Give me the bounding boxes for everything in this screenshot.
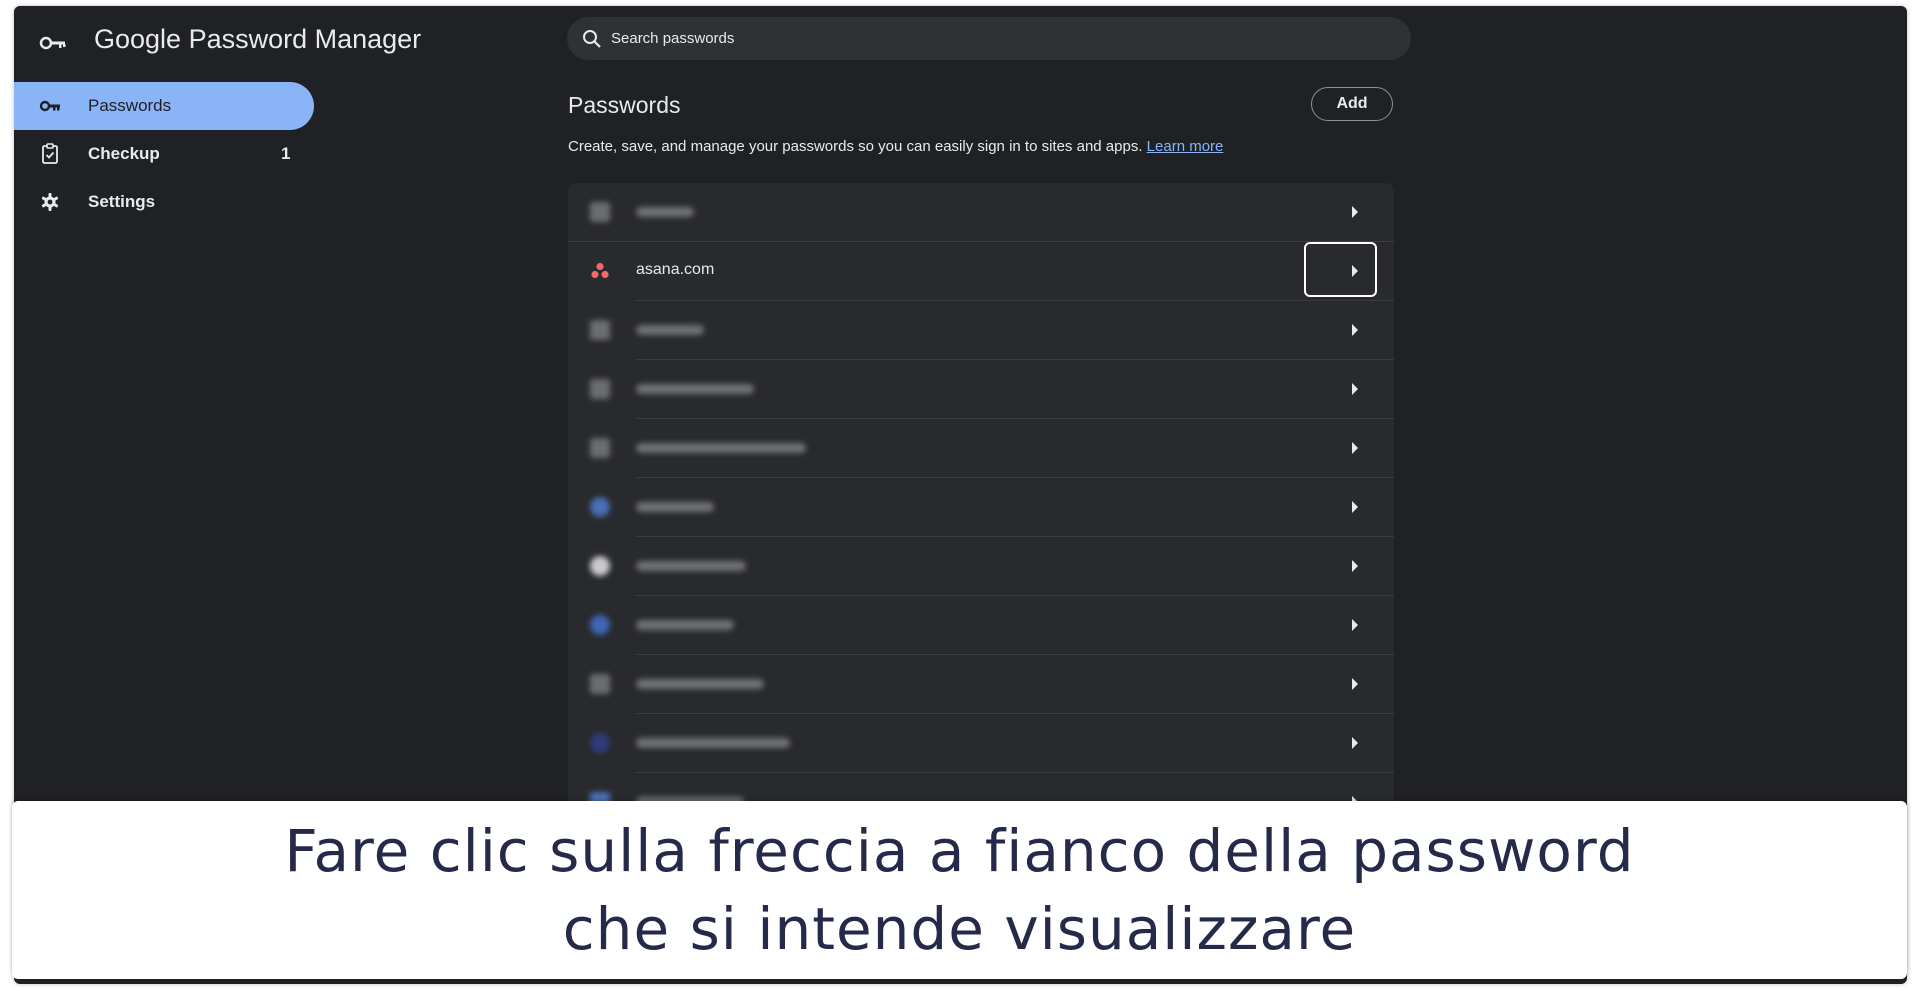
chevron-right-icon[interactable] [1348, 323, 1362, 337]
site-icon [590, 674, 610, 694]
site-name: asana.com [636, 261, 715, 278]
site-name-blurred [636, 679, 764, 689]
page-title: Passwords [568, 92, 681, 118]
sidebar-item-label: Passwords [88, 96, 172, 115]
search-bar[interactable] [567, 17, 1411, 60]
chevron-right-icon[interactable] [1348, 205, 1362, 219]
gear-icon [38, 190, 62, 214]
asana-icon [591, 262, 609, 279]
list-item[interactable] [568, 183, 1394, 242]
chevron-right-icon[interactable] [1348, 264, 1362, 278]
list-item[interactable] [568, 596, 1394, 655]
sidebar-item-settings[interactable]: Settings [14, 178, 314, 226]
app-title: Google Password Manager [94, 24, 422, 54]
site-icon [590, 556, 610, 576]
chevron-right-icon[interactable] [1348, 441, 1362, 455]
sidebar-item-checkup[interactable]: Checkup 1 [14, 130, 314, 178]
clipboard-check-icon [38, 142, 62, 166]
description-text: Create, save, and manage your passwords … [568, 138, 1143, 155]
list-item[interactable] [568, 419, 1394, 478]
list-item[interactable] [568, 655, 1394, 714]
site-name-blurred [636, 384, 754, 394]
chevron-right-icon[interactable] [1348, 382, 1362, 396]
site-name-blurred [636, 207, 694, 217]
chevron-right-icon[interactable] [1348, 559, 1362, 573]
list-item[interactable] [568, 478, 1394, 537]
site-icon [590, 497, 610, 517]
password-list: asana.com [568, 183, 1394, 823]
password-manager-logo-icon [39, 36, 66, 50]
site-name-blurred [636, 325, 704, 335]
search-icon [583, 29, 601, 48]
site-name-blurred [636, 502, 714, 512]
checkup-count-badge: 1 [281, 144, 291, 163]
site-icon [590, 379, 610, 399]
site-name-blurred [636, 620, 734, 630]
list-item[interactable] [568, 301, 1394, 360]
site-icon [590, 733, 610, 753]
chevron-right-icon[interactable] [1348, 500, 1362, 514]
list-item[interactable] [568, 537, 1394, 596]
search-input[interactable] [611, 30, 1371, 47]
list-item[interactable] [568, 360, 1394, 419]
list-item[interactable]: asana.com [568, 242, 1394, 301]
sidebar-item-passwords[interactable]: Passwords [14, 82, 314, 130]
caption-banner: Fare clic sulla freccia a fianco della p… [12, 801, 1907, 979]
site-icon [590, 438, 610, 458]
chevron-right-icon[interactable] [1348, 736, 1362, 750]
site-name-blurred [636, 738, 790, 748]
add-password-button[interactable]: Add [1311, 87, 1393, 121]
site-icon [590, 320, 610, 340]
caption-line-1: Fare clic sulla freccia a fianco della p… [284, 817, 1635, 885]
chevron-right-icon[interactable] [1348, 677, 1362, 691]
site-name-blurred [636, 443, 806, 453]
chevron-right-icon[interactable] [1348, 618, 1362, 632]
page-description: Create, save, and manage your passwords … [568, 138, 1223, 155]
site-name-blurred [636, 561, 746, 571]
learn-more-link[interactable]: Learn more [1147, 138, 1224, 155]
key-icon [38, 94, 62, 118]
sidebar-item-label: Checkup [88, 144, 160, 163]
site-icon [590, 202, 610, 222]
caption-line-2: che si intende visualizzare [562, 895, 1357, 963]
sidebar-item-label: Settings [88, 192, 156, 211]
site-icon [590, 615, 610, 635]
list-item[interactable] [568, 714, 1394, 773]
